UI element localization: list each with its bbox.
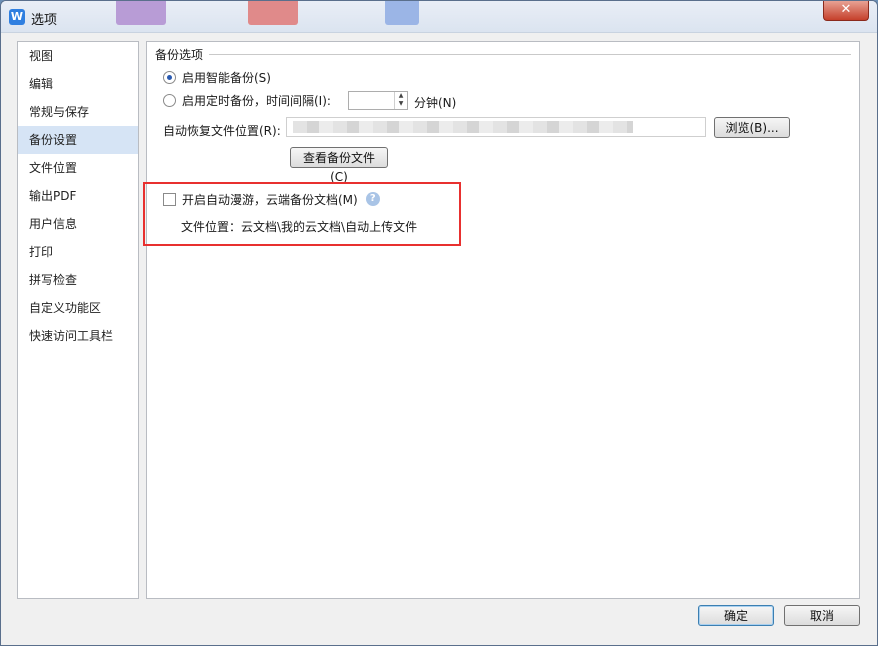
recover-path-field[interactable] [286,117,706,137]
sidebar-item-view[interactable]: 视图 [18,42,138,70]
smart-backup-radio[interactable] [163,70,176,84]
view-backup-button[interactable]: 查看备份文件(C) [290,147,388,184]
group-title: 备份选项 [155,48,204,62]
timed-backup-option[interactable]: 启用定时备份，时间间隔(I): [163,90,331,110]
help-icon[interactable]: ? [365,192,380,206]
redacted-path [293,121,633,133]
group-divider [209,54,851,55]
recover-path-label: 自动恢复文件位置(R): [163,124,281,138]
cancel-button[interactable]: 取消 [784,605,860,626]
stepper-arrows[interactable]: ▲ ▼ [394,92,407,109]
cloud-location-text: 文件位置：云文档\我的云文档\自动上传文件 [181,220,418,234]
backup-settings-panel: 备份选项 启用智能备份(S) 启用定时备份，时间间隔(I): ▲ ▼ 分钟(N)… [143,41,860,599]
cloud-roaming-checkbox[interactable] [163,192,176,206]
sidebar-item-backup-settings[interactable]: 备份设置 [18,126,138,154]
sidebar-item-spell-check[interactable]: 拼写检查 [18,266,138,294]
interval-stepper[interactable]: ▲ ▼ [348,91,408,110]
sidebar-item-edit[interactable]: 编辑 [18,70,138,98]
timed-backup-radio[interactable] [163,93,176,107]
background-taskbar-thumbnail [248,1,298,25]
wps-writer-icon: W [9,9,25,25]
window-title: 选项 [31,13,58,28]
options-dialog: W 选项 ✕ 视图 编辑 常规与保存 备份设置 文件位置 输出PDF 用户信息 … [0,0,878,646]
sidebar-item-user-info[interactable]: 用户信息 [18,210,138,238]
sidebar-item-export-pdf[interactable]: 输出PDF [18,182,138,210]
sidebar-item-file-location[interactable]: 文件位置 [18,154,138,182]
background-taskbar-thumbnail [385,1,419,25]
smart-backup-option[interactable]: 启用智能备份(S) [163,67,271,87]
close-button[interactable]: ✕ [823,1,869,21]
cloud-roaming-option[interactable]: 开启自动漫游，云端备份文档(M) ? [163,190,380,208]
cloud-roaming-label: 开启自动漫游，云端备份文档(M) [182,192,358,207]
title-bar[interactable]: W 选项 ✕ [1,1,877,33]
options-sidebar: 视图 编辑 常规与保存 备份设置 文件位置 输出PDF 用户信息 打印 拼写检查… [17,41,139,599]
sidebar-item-quick-access-toolbar[interactable]: 快速访问工具栏 [18,322,138,350]
background-taskbar-thumbnail [116,1,166,25]
sidebar-item-print[interactable]: 打印 [18,238,138,266]
browse-button[interactable]: 浏览(B)... [714,117,790,138]
arrow-down-icon[interactable]: ▼ [395,100,407,108]
minutes-label: 分钟(N) [414,96,457,110]
smart-backup-label: 启用智能备份(S) [182,70,271,85]
ok-button[interactable]: 确定 [698,605,774,626]
timed-backup-label: 启用定时备份，时间间隔(I): [182,93,331,108]
arrow-up-icon[interactable]: ▲ [395,92,407,100]
sidebar-item-customize-ribbon[interactable]: 自定义功能区 [18,294,138,322]
sidebar-item-general-save[interactable]: 常规与保存 [18,98,138,126]
